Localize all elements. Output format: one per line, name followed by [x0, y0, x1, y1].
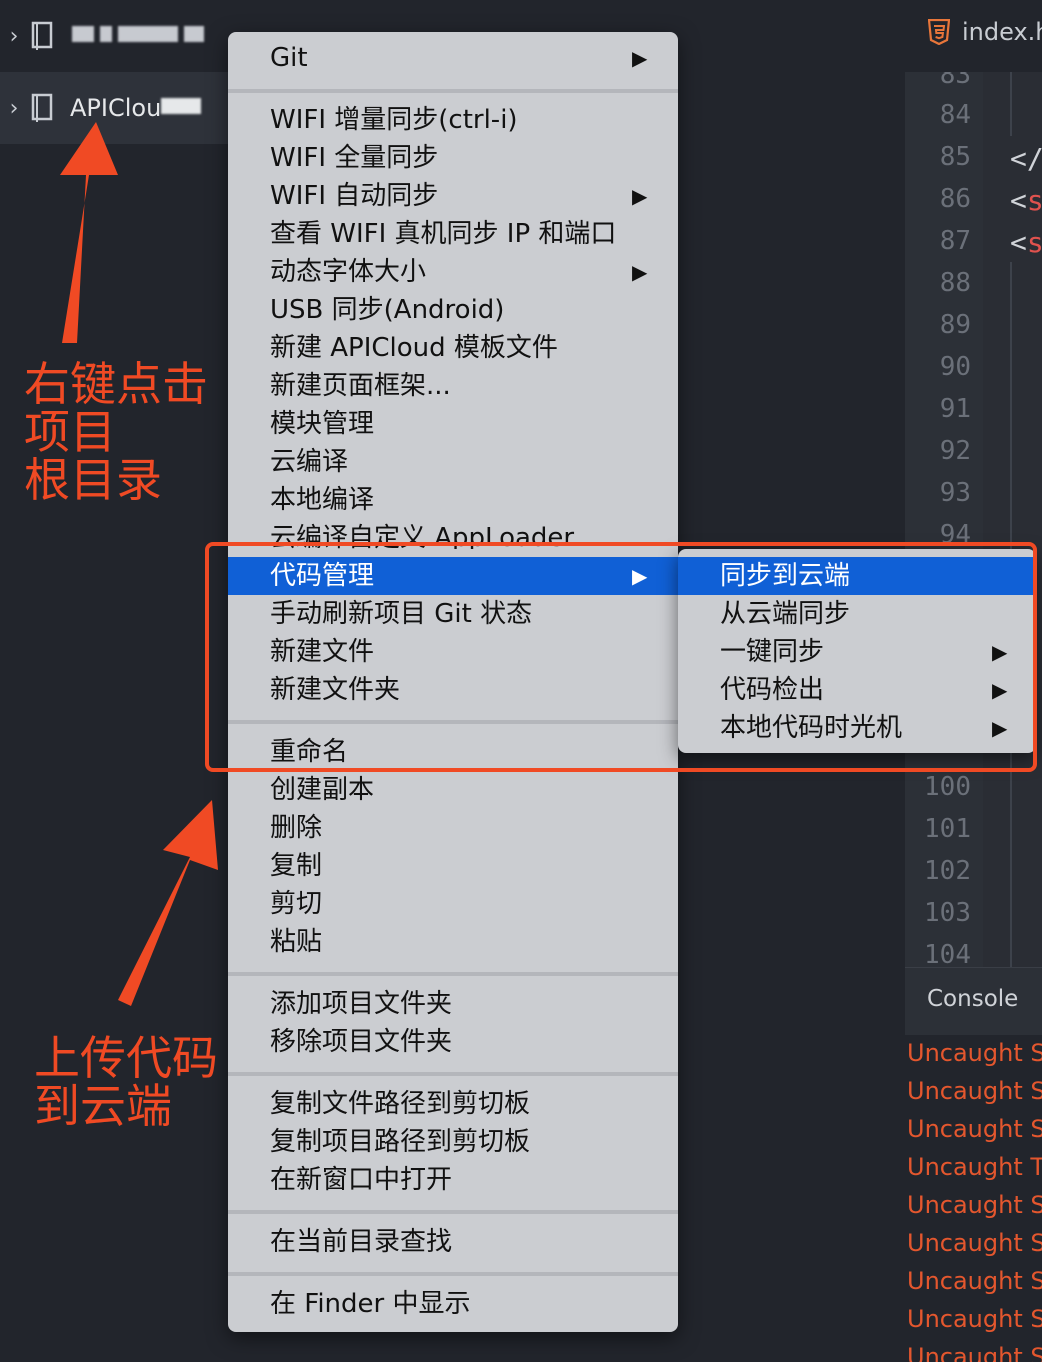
arrow-up-icon [60, 122, 118, 343]
annotation-arrows [60, 122, 218, 1006]
arrow-up-right-icon [118, 800, 218, 1006]
